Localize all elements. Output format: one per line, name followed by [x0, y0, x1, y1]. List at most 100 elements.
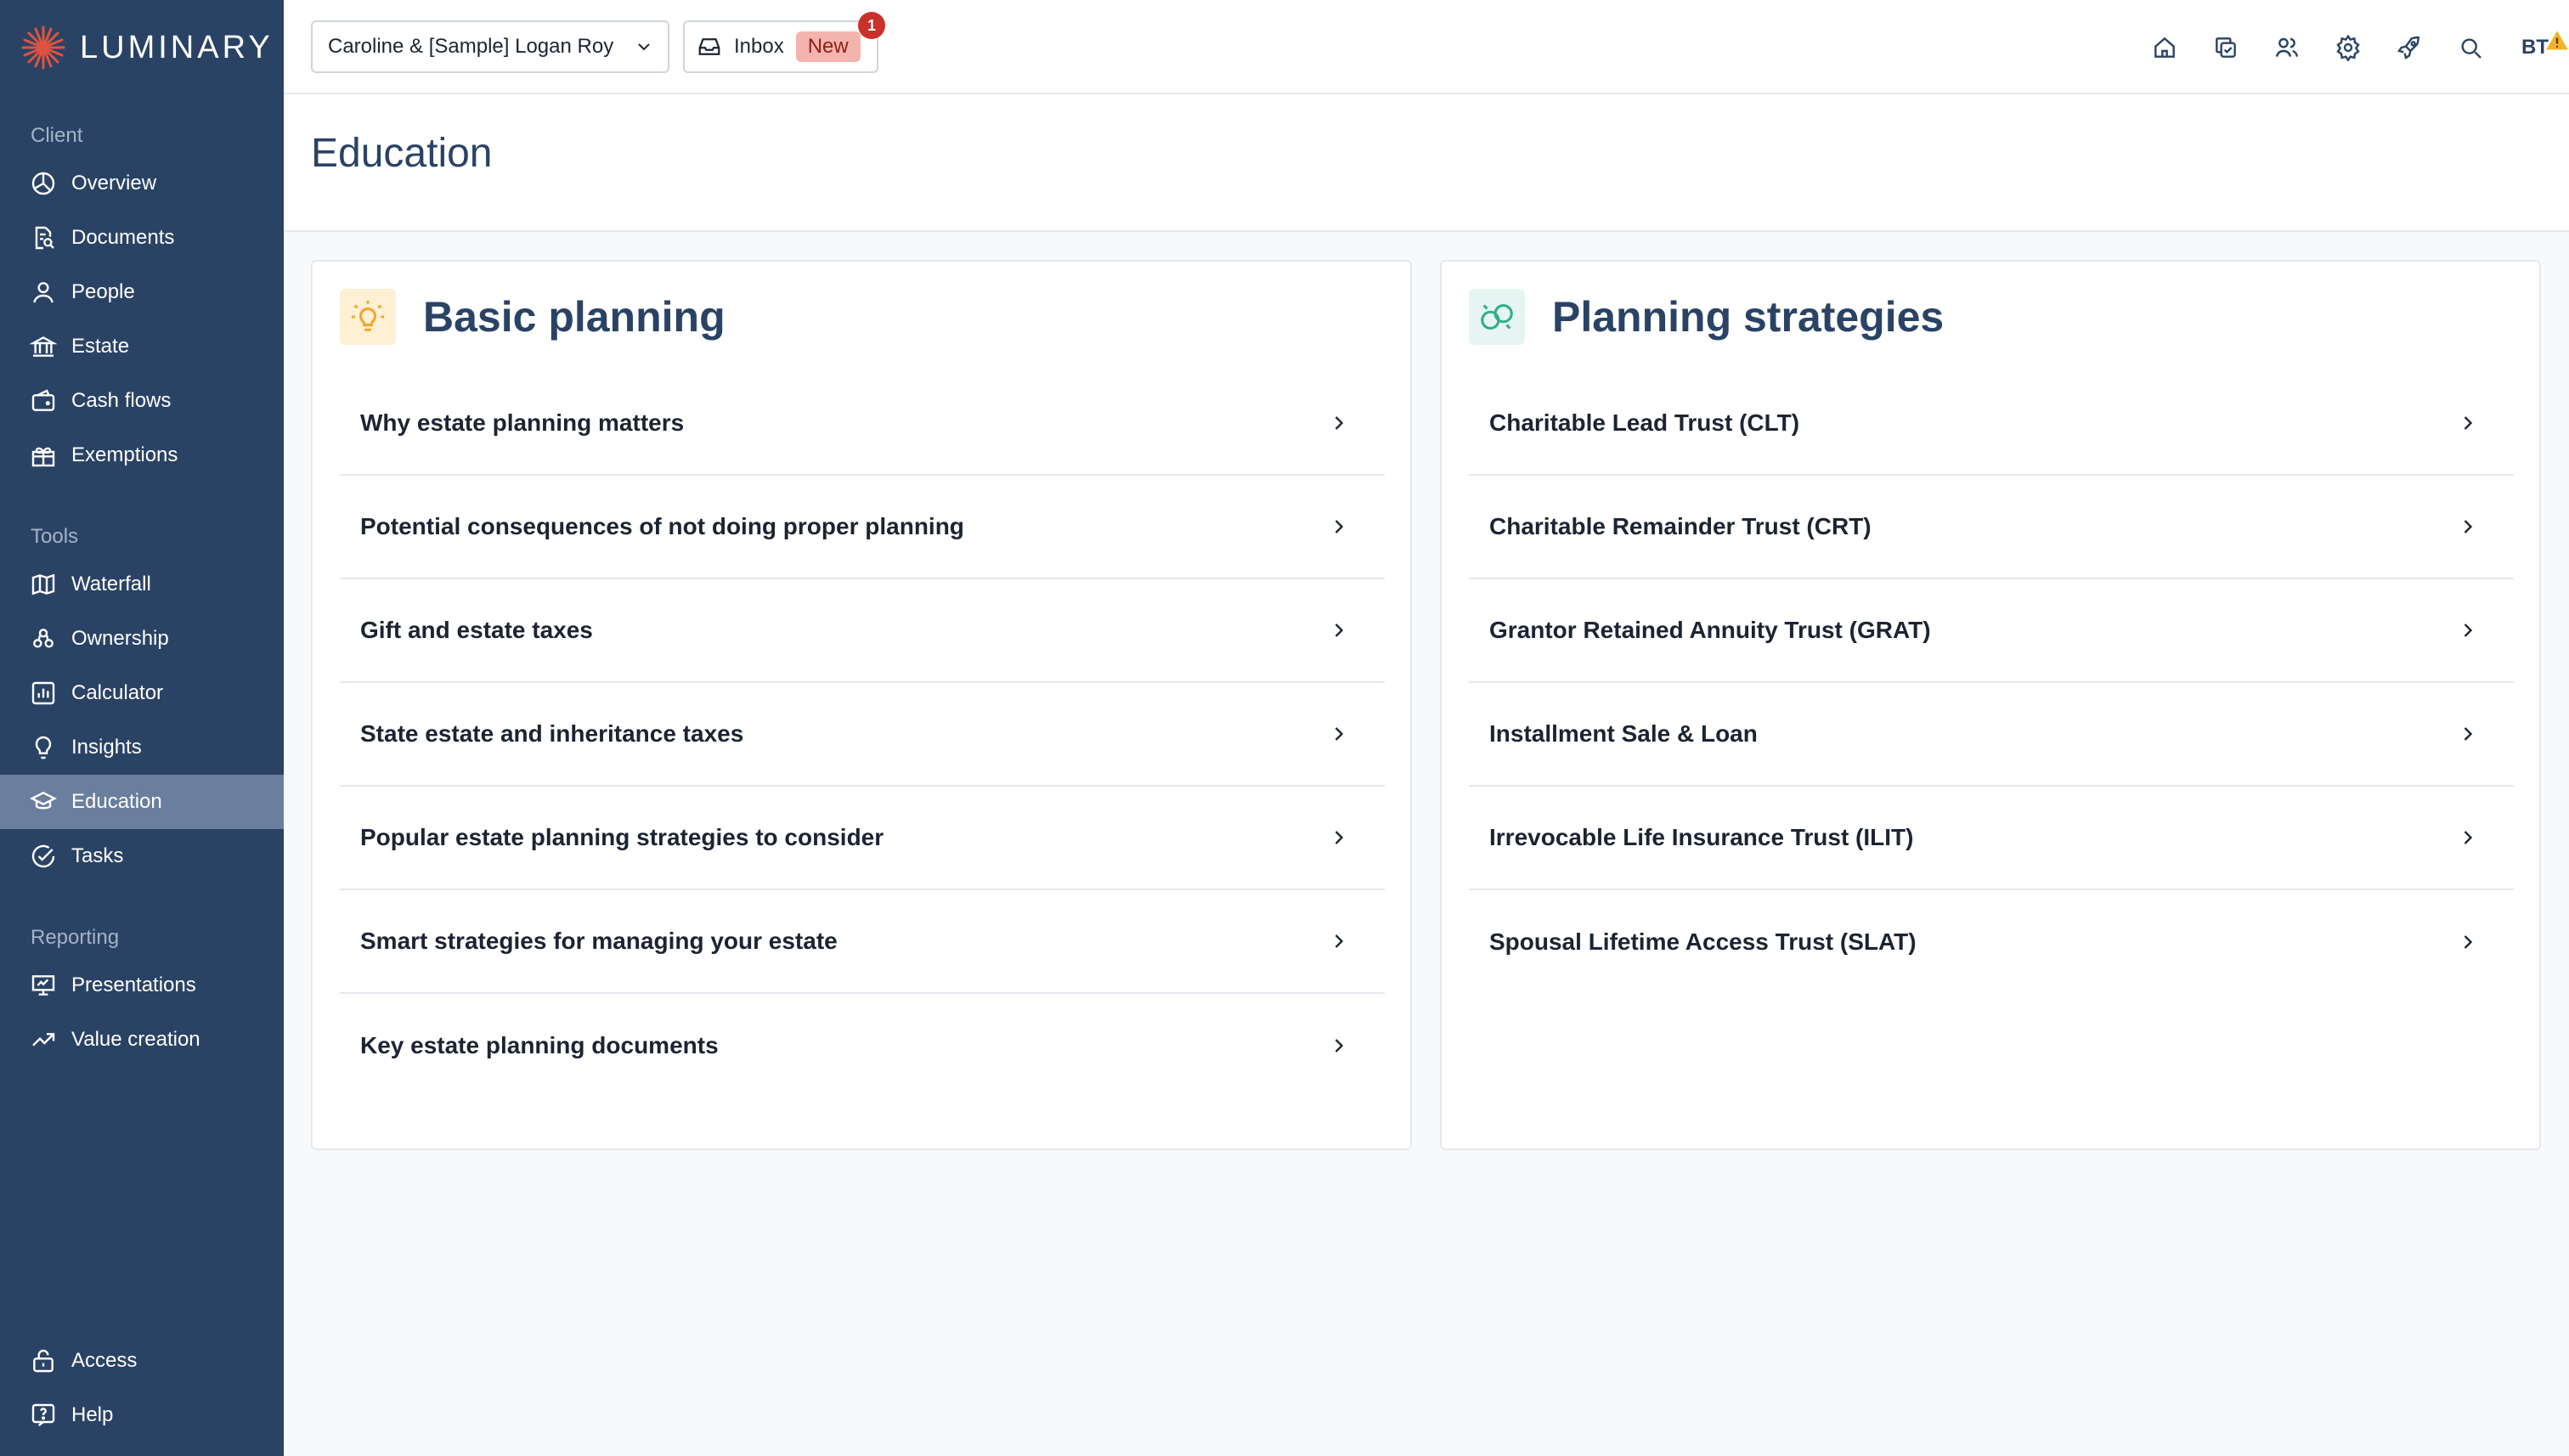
client-select-value: Caroline & [Sample] Logan Roy — [328, 35, 614, 58]
list-item[interactable]: Key estate planning documents — [340, 994, 1385, 1098]
list-item[interactable]: Irrevocable Life Insurance Trust (ILIT) — [1469, 787, 2514, 890]
sidebar-item-documents[interactable]: Documents — [0, 211, 284, 265]
page-title: Education — [311, 131, 493, 176]
sidebar-item-value-creation[interactable]: Value creation — [0, 1013, 284, 1067]
sidebar-item-label: Waterfall — [71, 573, 151, 595]
home-icon — [2154, 37, 2175, 58]
inbox-button[interactable]: Inbox New — [683, 20, 878, 73]
planning-strategies-card: Planning strategies Charitable Lead Trus… — [1440, 260, 2541, 1150]
basic-planning-card: Basic planning Why estate planning matte… — [311, 260, 1412, 1150]
help-icon — [29, 1401, 58, 1430]
list-item[interactable]: Grantor Retained Annuity Trust (GRAT) — [1469, 579, 2514, 683]
list-item-label: State estate and inheritance taxes — [360, 720, 744, 747]
chevron-right-icon — [2464, 935, 2473, 949]
sidebar-item-presentations[interactable]: Presentations — [0, 958, 284, 1013]
list-item-label: Why estate planning matters — [360, 409, 685, 436]
notification-count-badge: 1 — [858, 12, 885, 39]
copy-check-icon — [2216, 37, 2236, 58]
list-item[interactable]: Why estate planning matters — [340, 372, 1385, 476]
new-badge: New — [795, 31, 861, 62]
sidebar-item-waterfall[interactable]: Waterfall — [0, 557, 284, 612]
presentation-icon — [29, 971, 58, 1000]
luminary-sunburst-icon — [21, 25, 65, 70]
document-search-icon — [29, 223, 58, 252]
sidebar-item-ownership[interactable]: Ownership — [0, 612, 284, 666]
chevron-right-icon — [1335, 727, 1344, 741]
sidebar-item-label: Value creation — [71, 1028, 200, 1051]
list-item-label: Charitable Remainder Trust (CRT) — [1489, 513, 1872, 539]
chevron-down-icon — [638, 43, 650, 51]
sidebar-item-people[interactable]: People — [0, 265, 284, 319]
bank-icon — [29, 332, 58, 361]
lightbulb-icon — [340, 289, 396, 345]
top-bar: Caroline & [Sample] Logan Roy Inbox New … — [284, 0, 2569, 94]
sidebar-item-label: Education — [71, 790, 162, 813]
sidebar-item-exemptions[interactable]: Exemptions — [0, 428, 284, 483]
switch-clients-button[interactable] — [2195, 17, 2256, 78]
search-button[interactable] — [2440, 17, 2501, 78]
trending-up-icon — [29, 1025, 58, 1054]
list-item[interactable]: Spousal Lifetime Access Trust (SLAT) — [1469, 890, 2514, 994]
chevron-right-icon — [1335, 416, 1344, 430]
list-item[interactable]: Potential consequences of not doing prop… — [340, 476, 1385, 579]
list-item[interactable]: Smart strategies for managing your estat… — [340, 890, 1385, 994]
chevron-right-icon — [1335, 624, 1344, 637]
sidebar-item-help[interactable]: Help — [0, 1388, 284, 1442]
chevron-right-icon — [1335, 520, 1344, 533]
sidebar-item-calculator[interactable]: Calculator — [0, 666, 284, 720]
sidebar-item-insights[interactable]: Insights — [0, 720, 284, 775]
sidebar-item-label: Cash flows — [71, 389, 172, 412]
section-label-client: Client — [31, 124, 83, 147]
card-header: Basic planning — [340, 289, 726, 345]
page-header: Education — [284, 94, 2569, 232]
list-item[interactable]: Charitable Remainder Trust (CRT) — [1469, 476, 2514, 579]
sidebar-item-tasks[interactable]: Tasks — [0, 829, 284, 883]
check-circle-icon — [29, 842, 58, 871]
settings-button[interactable] — [2318, 17, 2379, 78]
list-item-label: Gift and estate taxes — [360, 617, 593, 643]
brand-logo[interactable]: LUMINARY — [20, 22, 274, 73]
sidebar-item-estate[interactable]: Estate — [0, 319, 284, 374]
sidebar-item-overview[interactable]: Overview — [0, 156, 284, 211]
chevron-right-icon — [1335, 1039, 1344, 1052]
list-item-label: Popular estate planning strategies to co… — [360, 824, 884, 850]
inbox-label: Inbox — [734, 35, 784, 58]
sidebar-item-cash-flows[interactable]: Cash flows — [0, 374, 284, 428]
users-icon — [2275, 37, 2299, 57]
sidebar-item-label: Documents — [71, 226, 175, 249]
client-select[interactable]: Caroline & [Sample] Logan Roy — [311, 20, 669, 73]
chevron-right-icon — [2464, 831, 2473, 844]
sidebar-item-label: People — [71, 280, 135, 303]
list-item[interactable]: Installment Sale & Loan — [1469, 683, 2514, 787]
basic-planning-list: Why estate planning matters Potential co… — [340, 372, 1385, 1098]
search-icon — [2461, 37, 2481, 59]
list-item-label: Key estate planning documents — [360, 1032, 719, 1058]
launch-button[interactable] — [2379, 17, 2440, 78]
list-item[interactable]: State estate and inheritance taxes — [340, 683, 1385, 787]
strategy-links-icon — [1469, 289, 1525, 345]
list-item-label: Charitable Lead Trust (CLT) — [1489, 409, 1800, 436]
home-button[interactable] — [2134, 17, 2195, 78]
inbox-icon — [698, 38, 720, 55]
chevron-right-icon — [1335, 831, 1344, 844]
list-item-label: Irrevocable Life Insurance Trust (ILIT) — [1489, 824, 1914, 850]
list-item-label: Installment Sale & Loan — [1489, 720, 1758, 747]
list-item[interactable]: Popular estate planning strategies to co… — [340, 787, 1385, 890]
sidebar-item-label: Help — [71, 1403, 114, 1426]
bar-chart-icon — [29, 679, 58, 708]
list-item-label: Spousal Lifetime Access Trust (SLAT) — [1489, 928, 1917, 955]
avatar[interactable]: BT — [2501, 17, 2569, 78]
users-button[interactable] — [2256, 17, 2318, 78]
chevron-right-icon — [2464, 624, 2473, 637]
sidebar-item-label: Tasks — [71, 844, 124, 867]
list-item[interactable]: Gift and estate taxes — [340, 579, 1385, 683]
sidebar: LUMINARY Client Overview Documents Peopl… — [0, 0, 284, 1456]
sidebar-item-label: Calculator — [71, 681, 164, 704]
sidebar-item-access[interactable]: Access — [0, 1334, 284, 1388]
sidebar-item-label: Ownership — [71, 627, 169, 650]
section-label-reporting: Reporting — [31, 926, 120, 949]
sidebar-item-education[interactable]: Education — [0, 775, 284, 829]
list-item-label: Potential consequences of not doing prop… — [360, 513, 964, 539]
gift-icon — [29, 441, 58, 470]
list-item[interactable]: Charitable Lead Trust (CLT) — [1469, 372, 2514, 476]
